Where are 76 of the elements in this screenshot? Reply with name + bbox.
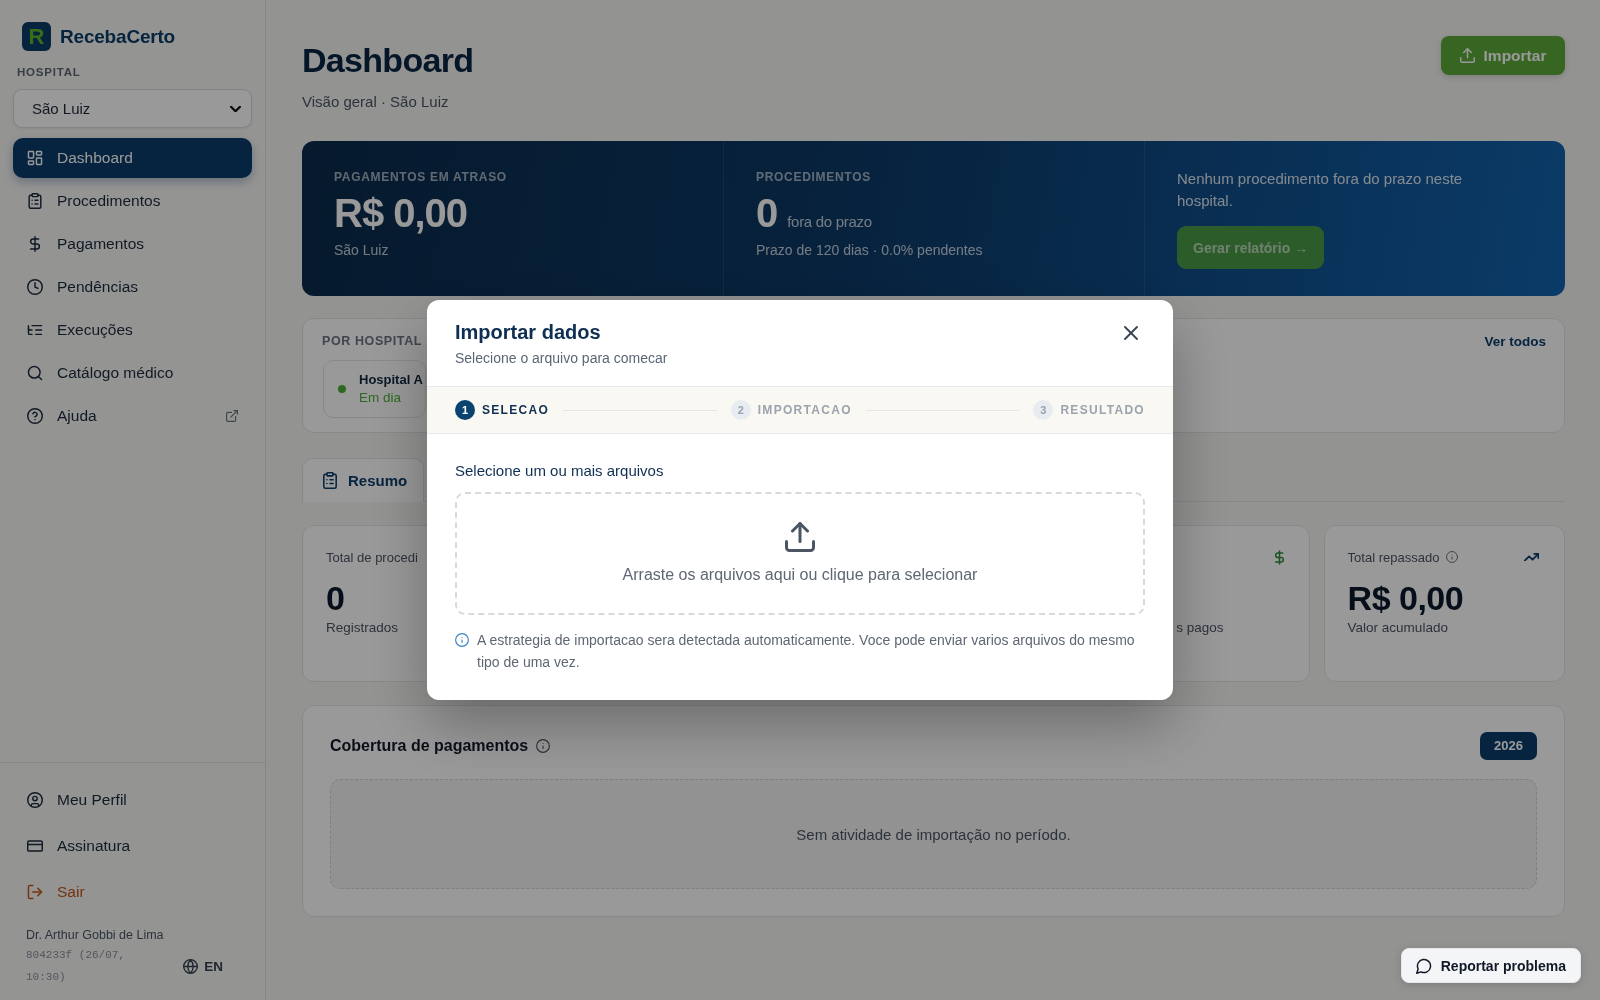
info-icon[interactable] [1446, 551, 1459, 563]
trend-up-icon [1524, 553, 1539, 561]
card-value: R$ 0,00 [1347, 578, 1464, 618]
search-icon [27, 365, 43, 381]
nav-item[interactable]: Procedimentos [13, 181, 252, 221]
nav-item[interactable]: Dashboard [13, 138, 252, 178]
info-icon[interactable] [536, 739, 551, 753]
card-title: Cobertura de pagamentos [330, 737, 529, 755]
hospital-chip[interactable]: Hospital A Em dia [323, 360, 426, 418]
empty-state: Sem atividade de importação no período. [330, 779, 1537, 889]
step-label: RESULTADO [1060, 403, 1145, 417]
section-label: POR HOSPITAL [322, 334, 423, 348]
upload-icon [785, 522, 815, 552]
banner-unit: fora do prazo [787, 213, 872, 230]
see-all-link[interactable]: Ver todos [1484, 333, 1546, 349]
step-number: 2 [730, 400, 751, 420]
dialog-title: Importar dados [455, 320, 602, 345]
info-icon [455, 633, 469, 647]
tab[interactable]: Resumo [302, 458, 425, 502]
brand-name: RecebaCerto [60, 25, 175, 48]
nav-item[interactable]: Assinatura [13, 826, 252, 866]
hospital-select[interactable]: São Luiz [13, 89, 252, 128]
grid-icon [27, 150, 43, 166]
help-icon [27, 408, 43, 424]
credit-card-icon [27, 838, 43, 854]
card-label: Total repassado [1347, 549, 1440, 565]
banner-label: PAGAMENTOS EM ATRASO [334, 169, 507, 185]
info-note: A estrategia de importacao sera detectada automaticamente. Voce pode enviar varios arquivos do mesmo tipo de uma vez. [477, 631, 1136, 672]
nav-item[interactable]: Ajuda [13, 396, 252, 436]
chat-bubble-icon [1415, 957, 1432, 974]
nav-item[interactable]: Pagamentos [13, 224, 252, 264]
clipboard-icon [323, 472, 337, 489]
upload-icon [1459, 48, 1475, 63]
logo-mark: R [22, 22, 51, 51]
banner-label: PROCEDIMENTOS [756, 169, 871, 185]
year-badge[interactable]: 2026 [1480, 732, 1537, 760]
status-dot-icon [338, 385, 346, 393]
nav-item[interactable]: Sair [13, 872, 252, 912]
nav-item[interactable]: Catálogo médico [13, 353, 252, 393]
card-note: Registrados [326, 619, 399, 637]
dollar-icon [27, 236, 43, 252]
banner-note: São Luiz [334, 241, 389, 260]
page-subtitle: Visão geral · São Luiz [302, 92, 450, 112]
report-problem-button[interactable]: Reportar problema [1400, 948, 1581, 983]
version-text: 804233f (26/07, 10:30) [26, 948, 127, 985]
file-dropzone[interactable]: Arraste os arquivos aqui ou clique para selecionar [455, 492, 1145, 615]
page-title: Dashboard [302, 40, 474, 80]
chevron-down-icon [230, 105, 241, 112]
user-name: Dr. Arthur Gobbi de Lima [26, 927, 164, 943]
step-label: SELECAO [482, 403, 550, 417]
dialog-subtitle: Selecione o arquivo para comecar [455, 349, 668, 368]
field-label: Selecione um ou mais arquivos [455, 461, 664, 481]
nav-item[interactable]: Pendências [13, 267, 252, 307]
card-value: 0 [326, 578, 345, 618]
nav-item[interactable]: Execuções [13, 310, 252, 350]
clock-icon [27, 279, 43, 295]
step-number: 1 [455, 400, 475, 420]
language-button[interactable]: EN [181, 956, 225, 976]
select-label: HOSPITAL [17, 65, 81, 79]
logout-icon [27, 884, 43, 900]
clipboard-icon [27, 193, 43, 209]
banner-message: Nenhum procedimento fora do prazo neste hospital. [1177, 169, 1464, 211]
banner-value: 0 [756, 191, 778, 235]
card-note: Valor acumulado [1347, 619, 1448, 637]
nav-item[interactable]: Meu Perfil [13, 780, 252, 820]
user-circle-icon [27, 792, 43, 808]
banner-value: R$ 0,00 [334, 191, 468, 235]
dollar-icon [1274, 549, 1284, 565]
banner-note: Prazo de 120 dias · 0.0% pendentes [756, 241, 983, 260]
card-note: s pagos [1176, 619, 1224, 637]
step-label: IMPORTACAO [757, 403, 852, 417]
globe-icon [183, 958, 199, 974]
list-tree-icon [27, 322, 43, 338]
close-icon[interactable] [1124, 326, 1138, 340]
step-number: 3 [1033, 400, 1054, 420]
card-label: Total de procedi [326, 549, 418, 565]
